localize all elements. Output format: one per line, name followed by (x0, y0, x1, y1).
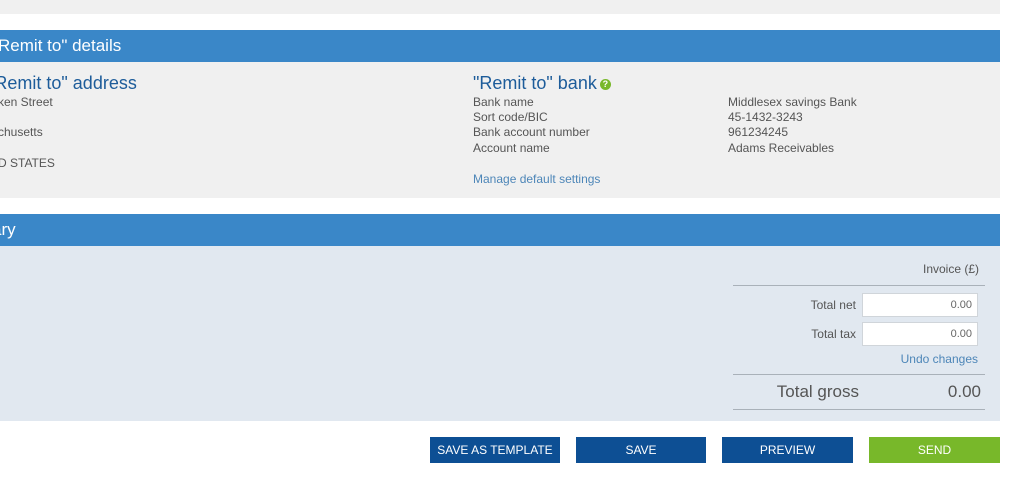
divider (733, 285, 985, 286)
divider (733, 409, 985, 410)
total-tax-label: Total tax (811, 327, 856, 341)
remit-details-header: "Remit to" details (0, 30, 1000, 62)
bank-name-value: Middlesex savings Bank (728, 95, 857, 109)
summary-header: ary (0, 214, 1000, 246)
total-net-input[interactable]: 0.00 (862, 293, 978, 317)
account-number-value: 961234245 (728, 125, 789, 139)
remit-details-panel: "Remit to" address ken Street chusetts D… (0, 62, 1000, 198)
send-button[interactable]: SEND (869, 437, 1000, 463)
bank-title: "Remit to" bank? (473, 73, 611, 94)
address-line: ken Street (0, 95, 53, 109)
manage-default-settings-link[interactable]: Manage default settings (473, 172, 600, 186)
account-name-label: Account name (473, 141, 550, 155)
total-gross-value: 0.00 (947, 382, 981, 401)
invoice-column-label: Invoice (£) (923, 262, 980, 276)
account-number-label: Bank account number (473, 125, 590, 139)
total-tax-input[interactable]: 0.00 (862, 322, 978, 346)
account-name-value: Adams Receivables (728, 141, 835, 155)
save-as-template-button[interactable]: SAVE AS TEMPLATE (430, 437, 560, 463)
total-net-label: Total net (810, 298, 856, 312)
sort-code-value: 45-1432-3243 (728, 110, 803, 124)
sort-code-label: Sort code/BIC (473, 110, 548, 124)
address-title: "Remit to" address (0, 73, 137, 93)
address-line: D STATES (0, 156, 55, 170)
top-panel (0, 0, 1000, 14)
address-line: chusetts (0, 125, 43, 139)
bank-name-label: Bank name (473, 95, 534, 109)
divider (733, 374, 985, 375)
preview-button[interactable]: PREVIEW (722, 437, 853, 463)
total-gross-label: Total gross (776, 382, 859, 401)
undo-changes-link[interactable]: Undo changes (901, 352, 978, 366)
help-icon[interactable]: ? (599, 78, 611, 90)
save-button[interactable]: SAVE (576, 437, 706, 463)
